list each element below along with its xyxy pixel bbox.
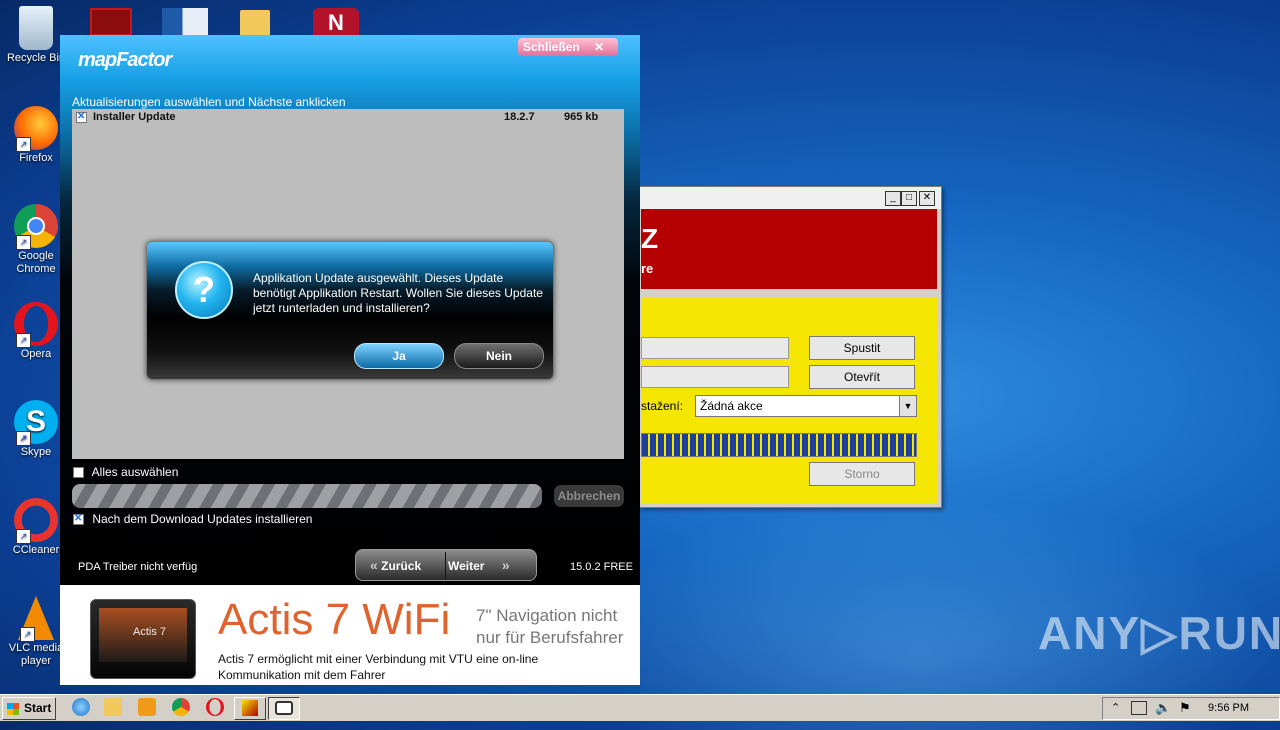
- banner-title: Z: [641, 223, 659, 254]
- update-checkbox[interactable]: [76, 111, 87, 123]
- mapfactor-logo: mapFactor: [78, 49, 172, 71]
- banner-subtitle: re: [641, 261, 654, 276]
- file-field[interactable]: [641, 366, 789, 388]
- tablet-image: Actis 7: [90, 599, 196, 679]
- ad-description: Actis 7 ermöglicht mit einer Verbindung …: [218, 652, 539, 682]
- firefox-icon: ↗: [14, 106, 58, 152]
- cancel-button[interactable]: Abbrechen: [554, 485, 624, 507]
- shortcut-arrow-icon: ↗: [16, 137, 31, 152]
- download-progress-bar: [72, 484, 542, 508]
- after-download-select[interactable]: Žádná akce ▼: [695, 395, 917, 417]
- close-button[interactable]: Schließen ✕: [518, 38, 618, 56]
- opera-icon: ↗: [14, 302, 58, 348]
- app-icon: [242, 700, 258, 716]
- double-chevron-right-icon: »: [501, 557, 510, 573]
- taskbar-app-background[interactable]: [234, 697, 266, 720]
- after-download-label: stažení:: [641, 399, 684, 413]
- file-explorer-icon[interactable]: [104, 698, 122, 716]
- update-size: 965 kb: [564, 111, 599, 123]
- shortcut-arrow-icon: ↗: [16, 235, 31, 250]
- show-hidden-icons-icon[interactable]: ⌃: [1111, 701, 1120, 714]
- cancel-button[interactable]: Storno: [809, 462, 915, 486]
- opera-icon[interactable]: [206, 698, 224, 716]
- maximize-icon[interactable]: □: [901, 191, 917, 206]
- tablet-label: Actis 7: [133, 626, 167, 638]
- window-body: mapFactor Schließen ✕ Aktualisierungen a…: [60, 35, 640, 585]
- main-panel: Spustit Otevřít stažení: Žádná akce ▼ St…: [641, 297, 937, 503]
- chrome-icon[interactable]: [172, 698, 190, 716]
- run-button[interactable]: Spustit: [809, 336, 915, 360]
- folder-icon[interactable]: [240, 10, 270, 36]
- window-titlebar[interactable]: _ □ ✕: [639, 187, 941, 209]
- mapfactor-update-window[interactable]: mapFactor Schließen ✕ Aktualisierungen a…: [60, 35, 640, 685]
- pda-status: PDA Treiber nicht verfüg: [78, 561, 198, 573]
- yes-button[interactable]: Ja: [354, 343, 444, 369]
- select-value: Žádná akce: [700, 399, 763, 413]
- ad-tagline: 7" Navigation nicht nur für Berufsfahrer: [476, 606, 624, 647]
- question-icon: ?: [175, 261, 233, 319]
- clock[interactable]: 9:56 PM: [1208, 702, 1249, 714]
- word-document-icon[interactable]: [162, 8, 208, 36]
- skype-icon: S ↗: [14, 400, 58, 446]
- version-label: 15.0.2 FREE: [570, 561, 633, 573]
- install-after-download-option[interactable]: Nach dem Download Updates installieren: [73, 512, 312, 526]
- start-label: Start: [24, 701, 52, 715]
- close-icon[interactable]: ✕: [919, 191, 935, 206]
- back-label: Zurück: [381, 559, 422, 573]
- select-all-label: Alles auswählen: [91, 465, 179, 479]
- back-button[interactable]: « Zurück: [370, 550, 421, 580]
- advertisement-banner[interactable]: Actis 7 Actis 7 WiFi 7" Navigation nicht…: [60, 585, 640, 685]
- shortcut-arrow-icon: ↗: [16, 333, 31, 348]
- action-center-flag-icon[interactable]: ⚑: [1179, 700, 1191, 716]
- divider: [445, 552, 446, 578]
- tablet-screen: Actis 7: [99, 608, 187, 662]
- pdf-app-icon[interactable]: [90, 8, 132, 36]
- system-tray: ⌃ 🔈 ⚑ 9:56 PM: [1102, 697, 1280, 720]
- next-button[interactable]: Weiter »: [448, 550, 510, 580]
- install-after-checkbox[interactable]: [73, 513, 84, 526]
- anyrun-watermark: ANY▷RUN: [1038, 607, 1280, 659]
- header-banner: Z re: [641, 209, 937, 289]
- double-chevron-left-icon: «: [370, 557, 378, 573]
- windows-logo-icon: [6, 702, 19, 715]
- ad-title: Actis 7 WiFi: [218, 595, 451, 644]
- taskbar: Start ⌃ 🔈 ⚑ 9:56 PM: [0, 694, 1280, 721]
- ccleaner-icon: ↗: [14, 498, 58, 544]
- shortcut-arrow-icon: ↗: [16, 529, 31, 544]
- app-n-icon[interactable]: N: [313, 8, 359, 36]
- select-all-option[interactable]: Alles auswählen: [73, 465, 178, 479]
- navigation-buttons: « Zurück Weiter »: [355, 549, 537, 581]
- vlc-cone-icon: ↗: [18, 596, 54, 642]
- internet-explorer-icon[interactable]: [72, 698, 90, 716]
- chevron-down-icon[interactable]: ▼: [899, 396, 916, 416]
- close-label: Schließen: [523, 40, 580, 54]
- chrome-icon: ↗: [14, 204, 58, 250]
- update-version: 18.2.7: [504, 111, 535, 123]
- app-icon: [275, 701, 293, 715]
- path-field[interactable]: [641, 337, 789, 359]
- start-button[interactable]: Start: [2, 697, 56, 720]
- no-button[interactable]: Nein: [454, 343, 544, 369]
- network-icon[interactable]: [1131, 701, 1147, 715]
- wallpaper-glow: [640, 470, 1280, 730]
- confirm-dialog: ? Applikation Update ausgewählt. Dieses …: [146, 241, 554, 380]
- open-button[interactable]: Otevřít: [809, 365, 915, 389]
- shortcut-arrow-icon: ↗: [20, 627, 35, 642]
- close-icon: ✕: [593, 40, 604, 54]
- update-name: Installer Update: [93, 111, 176, 123]
- background-app-window[interactable]: _ □ ✕ Z re Spustit Otevřít stažení: Žádn…: [638, 186, 942, 508]
- volume-icon[interactable]: 🔈: [1155, 700, 1171, 716]
- download-progress-bar: [641, 433, 917, 457]
- install-after-label: Nach dem Download Updates installieren: [92, 512, 313, 526]
- select-all-checkbox[interactable]: [73, 467, 84, 479]
- list-item[interactable]: Installer Update 18.2.7 965 kb: [76, 111, 616, 125]
- minimize-icon[interactable]: _: [885, 191, 901, 206]
- dialog-message: Applikation Update ausgewählt. Dieses Up…: [253, 271, 543, 315]
- instruction-text: Aktualisierungen auswählen und Nächste a…: [72, 95, 346, 109]
- taskbar-app-mapfactor[interactable]: [268, 697, 300, 720]
- recycle-bin-icon: [19, 6, 53, 50]
- shortcut-arrow-icon: ↗: [16, 431, 31, 446]
- next-label: Weiter: [448, 559, 485, 573]
- media-player-icon[interactable]: [138, 698, 156, 716]
